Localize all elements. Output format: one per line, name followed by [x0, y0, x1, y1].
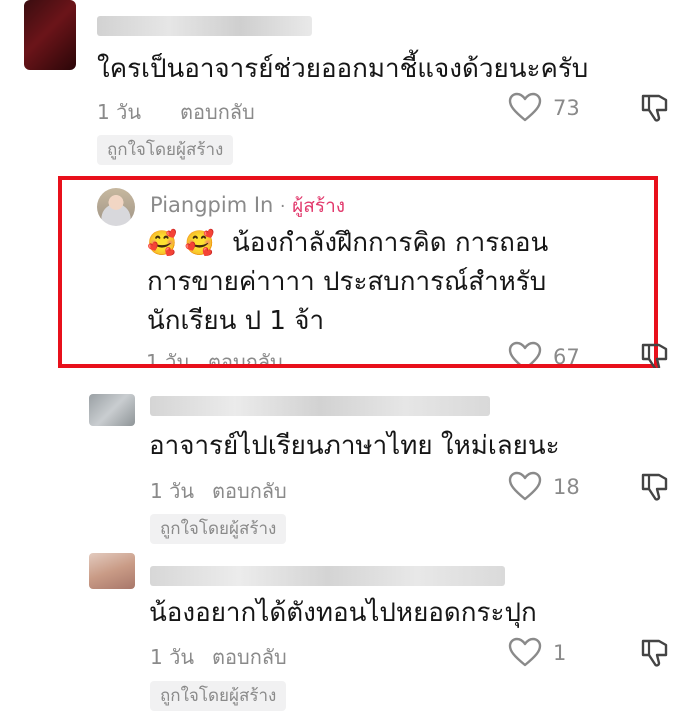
like-count: 18 — [553, 475, 580, 499]
author-name[interactable]: Piangpim In — [150, 193, 273, 217]
heart-icon[interactable] — [508, 471, 542, 501]
comment-text: อาจารย์ไปเรียนภาษาไทย ใหม่เลยนะ — [149, 431, 560, 461]
comment-time: 1 วัน — [150, 645, 194, 669]
heart-icon[interactable] — [508, 341, 542, 364]
like-count: 1 — [553, 641, 567, 665]
heart-icon[interactable] — [508, 637, 542, 667]
separator: · — [280, 197, 286, 217]
dislike-icon[interactable] — [639, 471, 671, 503]
dislike-icon[interactable] — [639, 341, 671, 368]
username-blurred[interactable] — [150, 396, 490, 416]
avatar[interactable] — [89, 553, 135, 589]
comment-time: 1 วัน — [97, 100, 141, 124]
creator-tag: ผู้สร้าง — [292, 195, 346, 217]
like-count: 73 — [553, 96, 580, 120]
like-row-clipped: 67 — [505, 341, 595, 364]
comment-text-line-3: นักเรียน ป 1 จ้า — [147, 306, 325, 336]
heart-icon[interactable] — [508, 92, 542, 122]
comment-text: น้องอยากได้ตังทอนไปหยอดกระปุก — [149, 598, 537, 628]
liked-by-creator-badge: ถูกใจโดยผู้สร้าง — [150, 514, 287, 544]
comment-author[interactable]: Piangpim In · ผู้สร้าง — [150, 191, 345, 221]
comment-time: 1 วัน — [146, 350, 190, 364]
avatar[interactable] — [89, 394, 135, 426]
creator-avatar[interactable] — [97, 188, 135, 226]
reply-button[interactable]: ตอบกลับ — [212, 475, 287, 507]
username-blurred[interactable] — [97, 16, 312, 36]
liked-by-creator-badge: ถูกใจโดยผู้สร้าง — [150, 681, 287, 711]
reply-button[interactable]: ตอบกลับ — [208, 346, 283, 364]
liked-by-creator-badge: ถูกใจโดยผู้สร้าง — [97, 135, 234, 165]
like-count: 67 — [553, 345, 580, 364]
meta-row-clipped: 1 วัน ตอบกลับ — [146, 346, 546, 364]
reply-button[interactable]: ตอบกลับ — [212, 641, 287, 673]
username-blurred[interactable] — [150, 566, 505, 586]
comment-text: ใครเป็นอาจารย์ช่วยออกมาชี้แจงด้วยนะครับ — [97, 54, 589, 84]
dislike-icon[interactable] — [639, 92, 671, 124]
avatar[interactable] — [24, 0, 76, 70]
reply-button[interactable]: ตอบกลับ — [180, 96, 255, 128]
dislike-icon[interactable] — [639, 637, 671, 669]
comment-time: 1 วัน — [150, 479, 194, 503]
